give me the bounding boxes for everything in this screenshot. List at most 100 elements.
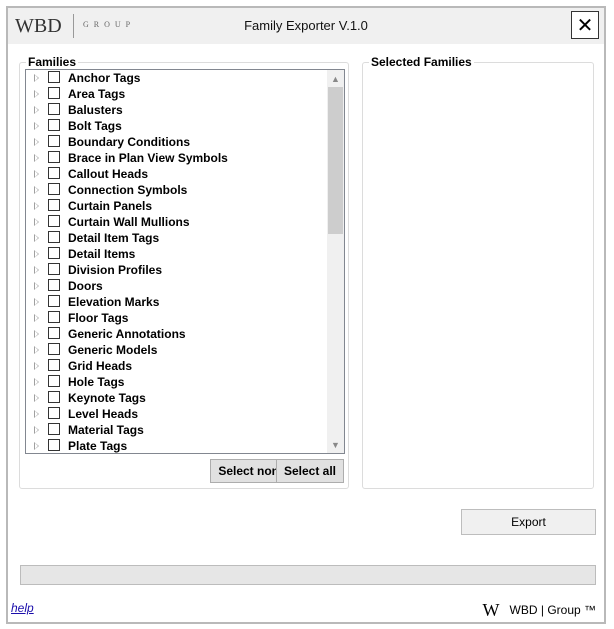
family-label: Level Heads: [68, 407, 139, 421]
expand-arrow-icon[interactable]: [34, 410, 39, 418]
family-tree-item[interactable]: Doors: [26, 278, 327, 294]
families-tree[interactable]: Anchor Tags Area Tags Balusters Bolt Tags Bo…: [25, 69, 345, 454]
expand-arrow-icon[interactable]: [34, 394, 39, 402]
family-checkbox[interactable]: [48, 279, 60, 291]
family-tree-item[interactable]: Detail Items: [26, 246, 327, 262]
expand-arrow-icon[interactable]: [34, 378, 39, 386]
export-button[interactable]: Export: [461, 509, 596, 535]
expand-arrow-icon[interactable]: [34, 202, 39, 210]
family-tree-item[interactable]: Grid Heads: [26, 358, 327, 374]
expand-arrow-icon[interactable]: [34, 266, 39, 274]
families-legend: Families: [26, 55, 79, 69]
expand-arrow-icon[interactable]: [34, 314, 39, 322]
family-checkbox[interactable]: [48, 343, 60, 355]
family-tree-item[interactable]: Material Tags: [26, 422, 327, 438]
expand-arrow-icon[interactable]: [34, 74, 39, 82]
family-tree-item[interactable]: Curtain Wall Mullions: [26, 214, 327, 230]
family-label: Curtain Wall Mullions: [68, 215, 190, 229]
expand-arrow-icon[interactable]: [34, 170, 39, 178]
family-checkbox[interactable]: [48, 439, 60, 451]
family-tree-item[interactable]: Area Tags: [26, 86, 327, 102]
expand-arrow-icon[interactable]: [34, 330, 39, 338]
family-tree-item[interactable]: Plate Tags: [26, 438, 327, 453]
expand-arrow-icon[interactable]: [34, 122, 39, 130]
family-checkbox[interactable]: [48, 311, 60, 323]
family-tree-item[interactable]: Keynote Tags: [26, 390, 327, 406]
family-checkbox[interactable]: [48, 183, 60, 195]
footer-brand: W WBD | Group ™: [483, 601, 596, 619]
family-tree-item[interactable]: Generic Annotations: [26, 326, 327, 342]
family-checkbox[interactable]: [48, 215, 60, 227]
family-tree-item[interactable]: Anchor Tags: [26, 70, 327, 86]
family-label: Division Profiles: [68, 263, 163, 277]
family-tree-item[interactable]: Division Profiles: [26, 262, 327, 278]
expand-arrow-icon[interactable]: [34, 186, 39, 194]
family-checkbox[interactable]: [48, 151, 60, 163]
family-label: Detail Items: [68, 247, 136, 261]
family-checkbox[interactable]: [48, 263, 60, 275]
family-tree-item[interactable]: Curtain Panels: [26, 198, 327, 214]
family-label: Connection Symbols: [68, 183, 188, 197]
family-checkbox[interactable]: [48, 71, 60, 83]
expand-arrow-icon[interactable]: [34, 138, 39, 146]
family-tree-item[interactable]: Balusters: [26, 102, 327, 118]
family-checkbox[interactable]: [48, 375, 60, 387]
expand-arrow-icon[interactable]: [34, 282, 39, 290]
expand-arrow-icon[interactable]: [34, 90, 39, 98]
family-tree-item[interactable]: Brace in Plan View Symbols: [26, 150, 327, 166]
expand-arrow-icon[interactable]: [34, 362, 39, 370]
family-checkbox[interactable]: [48, 295, 60, 307]
expand-arrow-icon[interactable]: [34, 234, 39, 242]
family-label: Curtain Panels: [68, 199, 153, 213]
expand-arrow-icon[interactable]: [34, 154, 39, 162]
expand-arrow-icon[interactable]: [34, 426, 39, 434]
family-checkbox[interactable]: [48, 247, 60, 259]
close-icon: ✕: [576, 14, 594, 37]
family-tree-item[interactable]: Hole Tags: [26, 374, 327, 390]
help-link[interactable]: help: [11, 601, 34, 615]
family-checkbox[interactable]: [48, 327, 60, 339]
expand-arrow-icon[interactable]: [34, 250, 39, 258]
families-list: Anchor Tags Area Tags Balusters Bolt Tags Bo…: [26, 70, 327, 453]
scroll-thumb[interactable]: [328, 87, 343, 234]
family-checkbox[interactable]: [48, 119, 60, 131]
select-all-button[interactable]: Select all: [276, 459, 344, 483]
family-tree-item[interactable]: Callout Heads: [26, 166, 327, 182]
expand-arrow-icon[interactable]: [34, 346, 39, 354]
family-checkbox[interactable]: [48, 199, 60, 211]
family-label: Grid Heads: [68, 359, 133, 373]
expand-arrow-icon[interactable]: [34, 218, 39, 226]
expand-arrow-icon[interactable]: [34, 106, 39, 114]
family-checkbox[interactable]: [48, 231, 60, 243]
family-checkbox[interactable]: [48, 391, 60, 403]
family-label: Keynote Tags: [68, 391, 146, 405]
family-label: Area Tags: [68, 87, 126, 101]
family-checkbox[interactable]: [48, 135, 60, 147]
family-checkbox[interactable]: [48, 87, 60, 99]
family-label: Bolt Tags: [68, 119, 122, 133]
family-checkbox[interactable]: [48, 167, 60, 179]
scroll-up-arrow-icon[interactable]: ▲: [327, 70, 344, 87]
family-tree-item[interactable]: Elevation Marks: [26, 294, 327, 310]
close-button[interactable]: ✕: [571, 11, 599, 39]
family-checkbox[interactable]: [48, 423, 60, 435]
family-tree-item[interactable]: Detail Item Tags: [26, 230, 327, 246]
family-checkbox[interactable]: [48, 103, 60, 115]
family-checkbox[interactable]: [48, 407, 60, 419]
family-tree-item[interactable]: Boundary Conditions: [26, 134, 327, 150]
family-tree-item[interactable]: Floor Tags: [26, 310, 327, 326]
family-label: Callout Heads: [68, 167, 149, 181]
family-tree-item[interactable]: Bolt Tags: [26, 118, 327, 134]
family-label: Boundary Conditions: [68, 135, 190, 149]
family-tree-item[interactable]: Generic Models: [26, 342, 327, 358]
family-tree-item[interactable]: Connection Symbols: [26, 182, 327, 198]
family-label: Detail Item Tags: [68, 231, 160, 245]
family-tree-item[interactable]: Level Heads: [26, 406, 327, 422]
family-checkbox[interactable]: [48, 359, 60, 371]
window-title: Family Exporter V.1.0: [244, 18, 368, 33]
family-label: Doors: [68, 279, 103, 293]
families-scrollbar[interactable]: ▲ ▼: [327, 70, 344, 453]
expand-arrow-icon[interactable]: [34, 298, 39, 306]
expand-arrow-icon[interactable]: [34, 442, 39, 450]
scroll-down-arrow-icon[interactable]: ▼: [327, 436, 344, 453]
